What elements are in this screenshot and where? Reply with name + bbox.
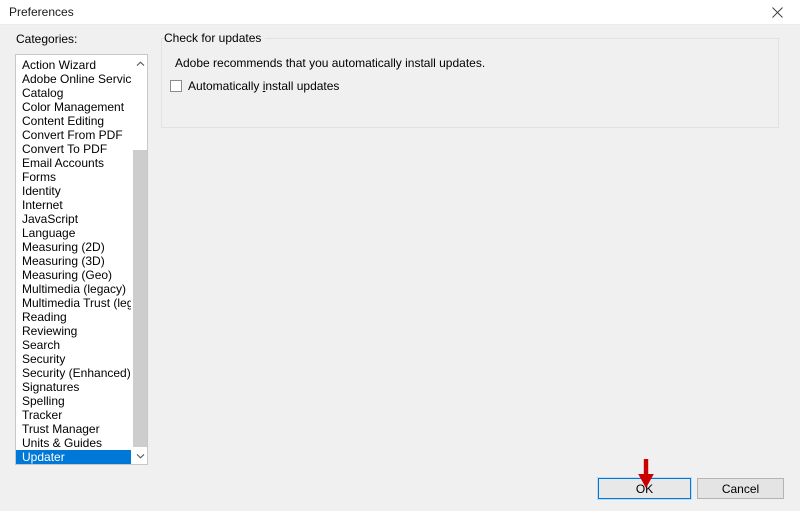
checkbox-label-after: nstall updates: [265, 79, 340, 93]
sidebar-item-reviewing[interactable]: Reviewing: [16, 324, 132, 338]
groupbox-title: Check for updates: [164, 31, 266, 45]
sidebar-item-identity[interactable]: Identity: [16, 184, 132, 198]
sidebar-item-catalog[interactable]: Catalog: [16, 86, 132, 100]
scrollbar-track[interactable]: [132, 72, 147, 447]
auto-install-updates-row[interactable]: Automatically install updates: [170, 78, 339, 94]
close-button[interactable]: [754, 0, 800, 25]
sidebar-item-trust-manager[interactable]: Trust Manager: [16, 422, 132, 436]
sidebar-item-action-wizard[interactable]: Action Wizard: [16, 58, 132, 72]
cancel-button[interactable]: Cancel: [697, 478, 784, 499]
categories-listbox[interactable]: Action Wizard Adobe Online Services Cata…: [15, 54, 148, 465]
categories-label: Categories:: [16, 32, 78, 46]
sidebar-item-units-and-guides[interactable]: Units & Guides: [16, 436, 132, 450]
title-bar: Preferences: [0, 0, 800, 25]
sidebar-item-search[interactable]: Search: [16, 338, 132, 352]
sidebar-item-measuring-geo[interactable]: Measuring (Geo): [16, 268, 132, 282]
sidebar-item-measuring-2d[interactable]: Measuring (2D): [16, 240, 132, 254]
scroll-down-button[interactable]: [132, 447, 147, 464]
sidebar-item-internet[interactable]: Internet: [16, 198, 132, 212]
sidebar-item-email-accounts[interactable]: Email Accounts: [16, 156, 132, 170]
chevron-down-icon: [136, 453, 145, 459]
sidebar-item-multimedia-legacy[interactable]: Multimedia (legacy): [16, 282, 132, 296]
sidebar-item-forms[interactable]: Forms: [16, 170, 132, 184]
sidebar-item-signatures[interactable]: Signatures: [16, 380, 132, 394]
chevron-up-icon: [136, 60, 145, 67]
scrollbar-thumb[interactable]: [133, 150, 147, 447]
sidebar-item-tracker[interactable]: Tracker: [16, 408, 132, 422]
sidebar-item-measuring-3d[interactable]: Measuring (3D): [16, 254, 132, 268]
sidebar-item-multimedia-trust-legacy[interactable]: Multimedia Trust (legacy): [16, 296, 147, 310]
categories-scrollbar[interactable]: [131, 55, 147, 464]
sidebar-item-updater[interactable]: Updater: [16, 450, 132, 464]
sidebar-item-convert-to-pdf[interactable]: Convert To PDF: [16, 142, 132, 156]
scroll-up-button[interactable]: [132, 55, 147, 72]
auto-install-updates-label: Automatically install updates: [188, 79, 339, 93]
sidebar-item-color-management[interactable]: Color Management: [16, 100, 132, 114]
sidebar-item-spelling[interactable]: Spelling: [16, 394, 132, 408]
ok-button[interactable]: OK: [597, 477, 692, 500]
sidebar-item-reading[interactable]: Reading: [16, 310, 132, 324]
updates-description: Adobe recommends that you automatically …: [175, 56, 486, 70]
sidebar-item-convert-from-pdf[interactable]: Convert From PDF: [16, 128, 132, 142]
sidebar-item-language[interactable]: Language: [16, 226, 132, 240]
sidebar-item-security-enhanced[interactable]: Security (Enhanced): [16, 366, 132, 380]
categories-list: Action Wizard Adobe Online Services Cata…: [16, 58, 147, 464]
sidebar-item-content-editing[interactable]: Content Editing: [16, 114, 132, 128]
close-icon: [771, 7, 783, 18]
auto-install-updates-checkbox[interactable]: [170, 80, 182, 92]
sidebar-item-security[interactable]: Security: [16, 352, 132, 366]
window-title: Preferences: [9, 5, 74, 19]
checkbox-label-before: Automatically: [188, 79, 263, 93]
sidebar-item-adobe-online-services[interactable]: Adobe Online Services: [16, 72, 144, 86]
sidebar-item-javascript[interactable]: JavaScript: [16, 212, 132, 226]
